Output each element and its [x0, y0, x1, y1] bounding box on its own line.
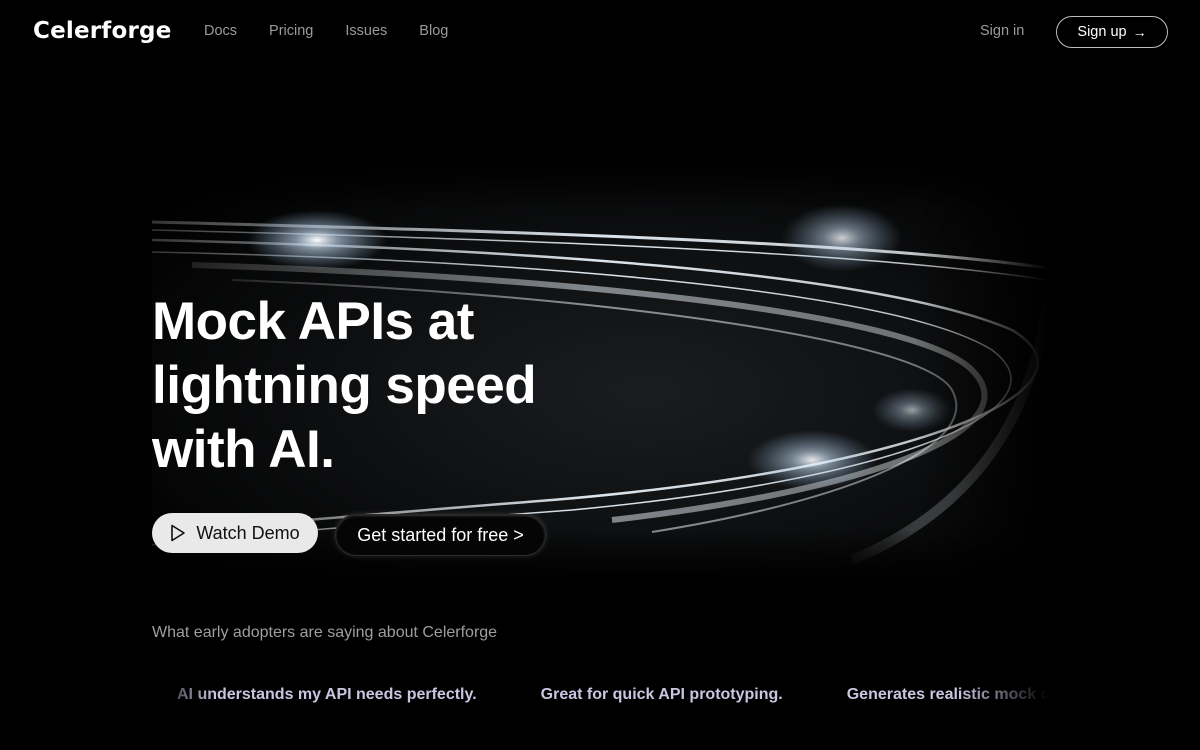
testimonial-item: Great for quick API prototyping. — [540, 686, 783, 703]
testimonial-item: AI understands my API needs perfectly. — [177, 686, 477, 703]
sign-up-label: Sign up — [1077, 24, 1127, 40]
logo[interactable]: Celerforge — [33, 18, 172, 44]
get-started-label: Get started for free > — [357, 524, 524, 545]
testimonials-track: AI understands my API needs perfectly. G… — [177, 686, 1048, 704]
sign-in-link[interactable]: Sign in — [980, 23, 1024, 39]
nav-link-pricing[interactable]: Pricing — [269, 23, 313, 39]
sign-up-button[interactable]: Sign up → — [1056, 16, 1168, 48]
nav-link-blog[interactable]: Blog — [419, 23, 448, 39]
top-nav: Celerforge Docs Pricing Issues Blog Sign… — [0, 0, 1200, 64]
watch-demo-label: Watch Demo — [196, 522, 300, 543]
testimonials-carousel: AI understands my API needs perfectly. G… — [152, 686, 1048, 710]
nav-link-docs[interactable]: Docs — [204, 23, 237, 39]
headline-line-3: with AI. — [152, 420, 335, 479]
arrow-right-icon: → — [1132, 24, 1147, 40]
watch-demo-button[interactable]: Watch Demo — [152, 513, 318, 553]
headline-line-2: lightning speed — [152, 356, 537, 415]
headline-line-1: Mock APIs at — [152, 292, 474, 351]
hero-headline: Mock APIs at lightning speed with AI. — [152, 290, 537, 482]
testimonial-item: Generates realistic mock data — [846, 686, 1048, 703]
testimonials-heading: What early adopters are saying about Cel… — [152, 624, 498, 641]
nav-link-issues[interactable]: Issues — [345, 23, 387, 39]
play-icon — [171, 524, 186, 542]
nav-links: Docs Pricing Issues Blog — [204, 23, 448, 39]
get-started-button[interactable]: Get started for free > — [335, 514, 546, 556]
